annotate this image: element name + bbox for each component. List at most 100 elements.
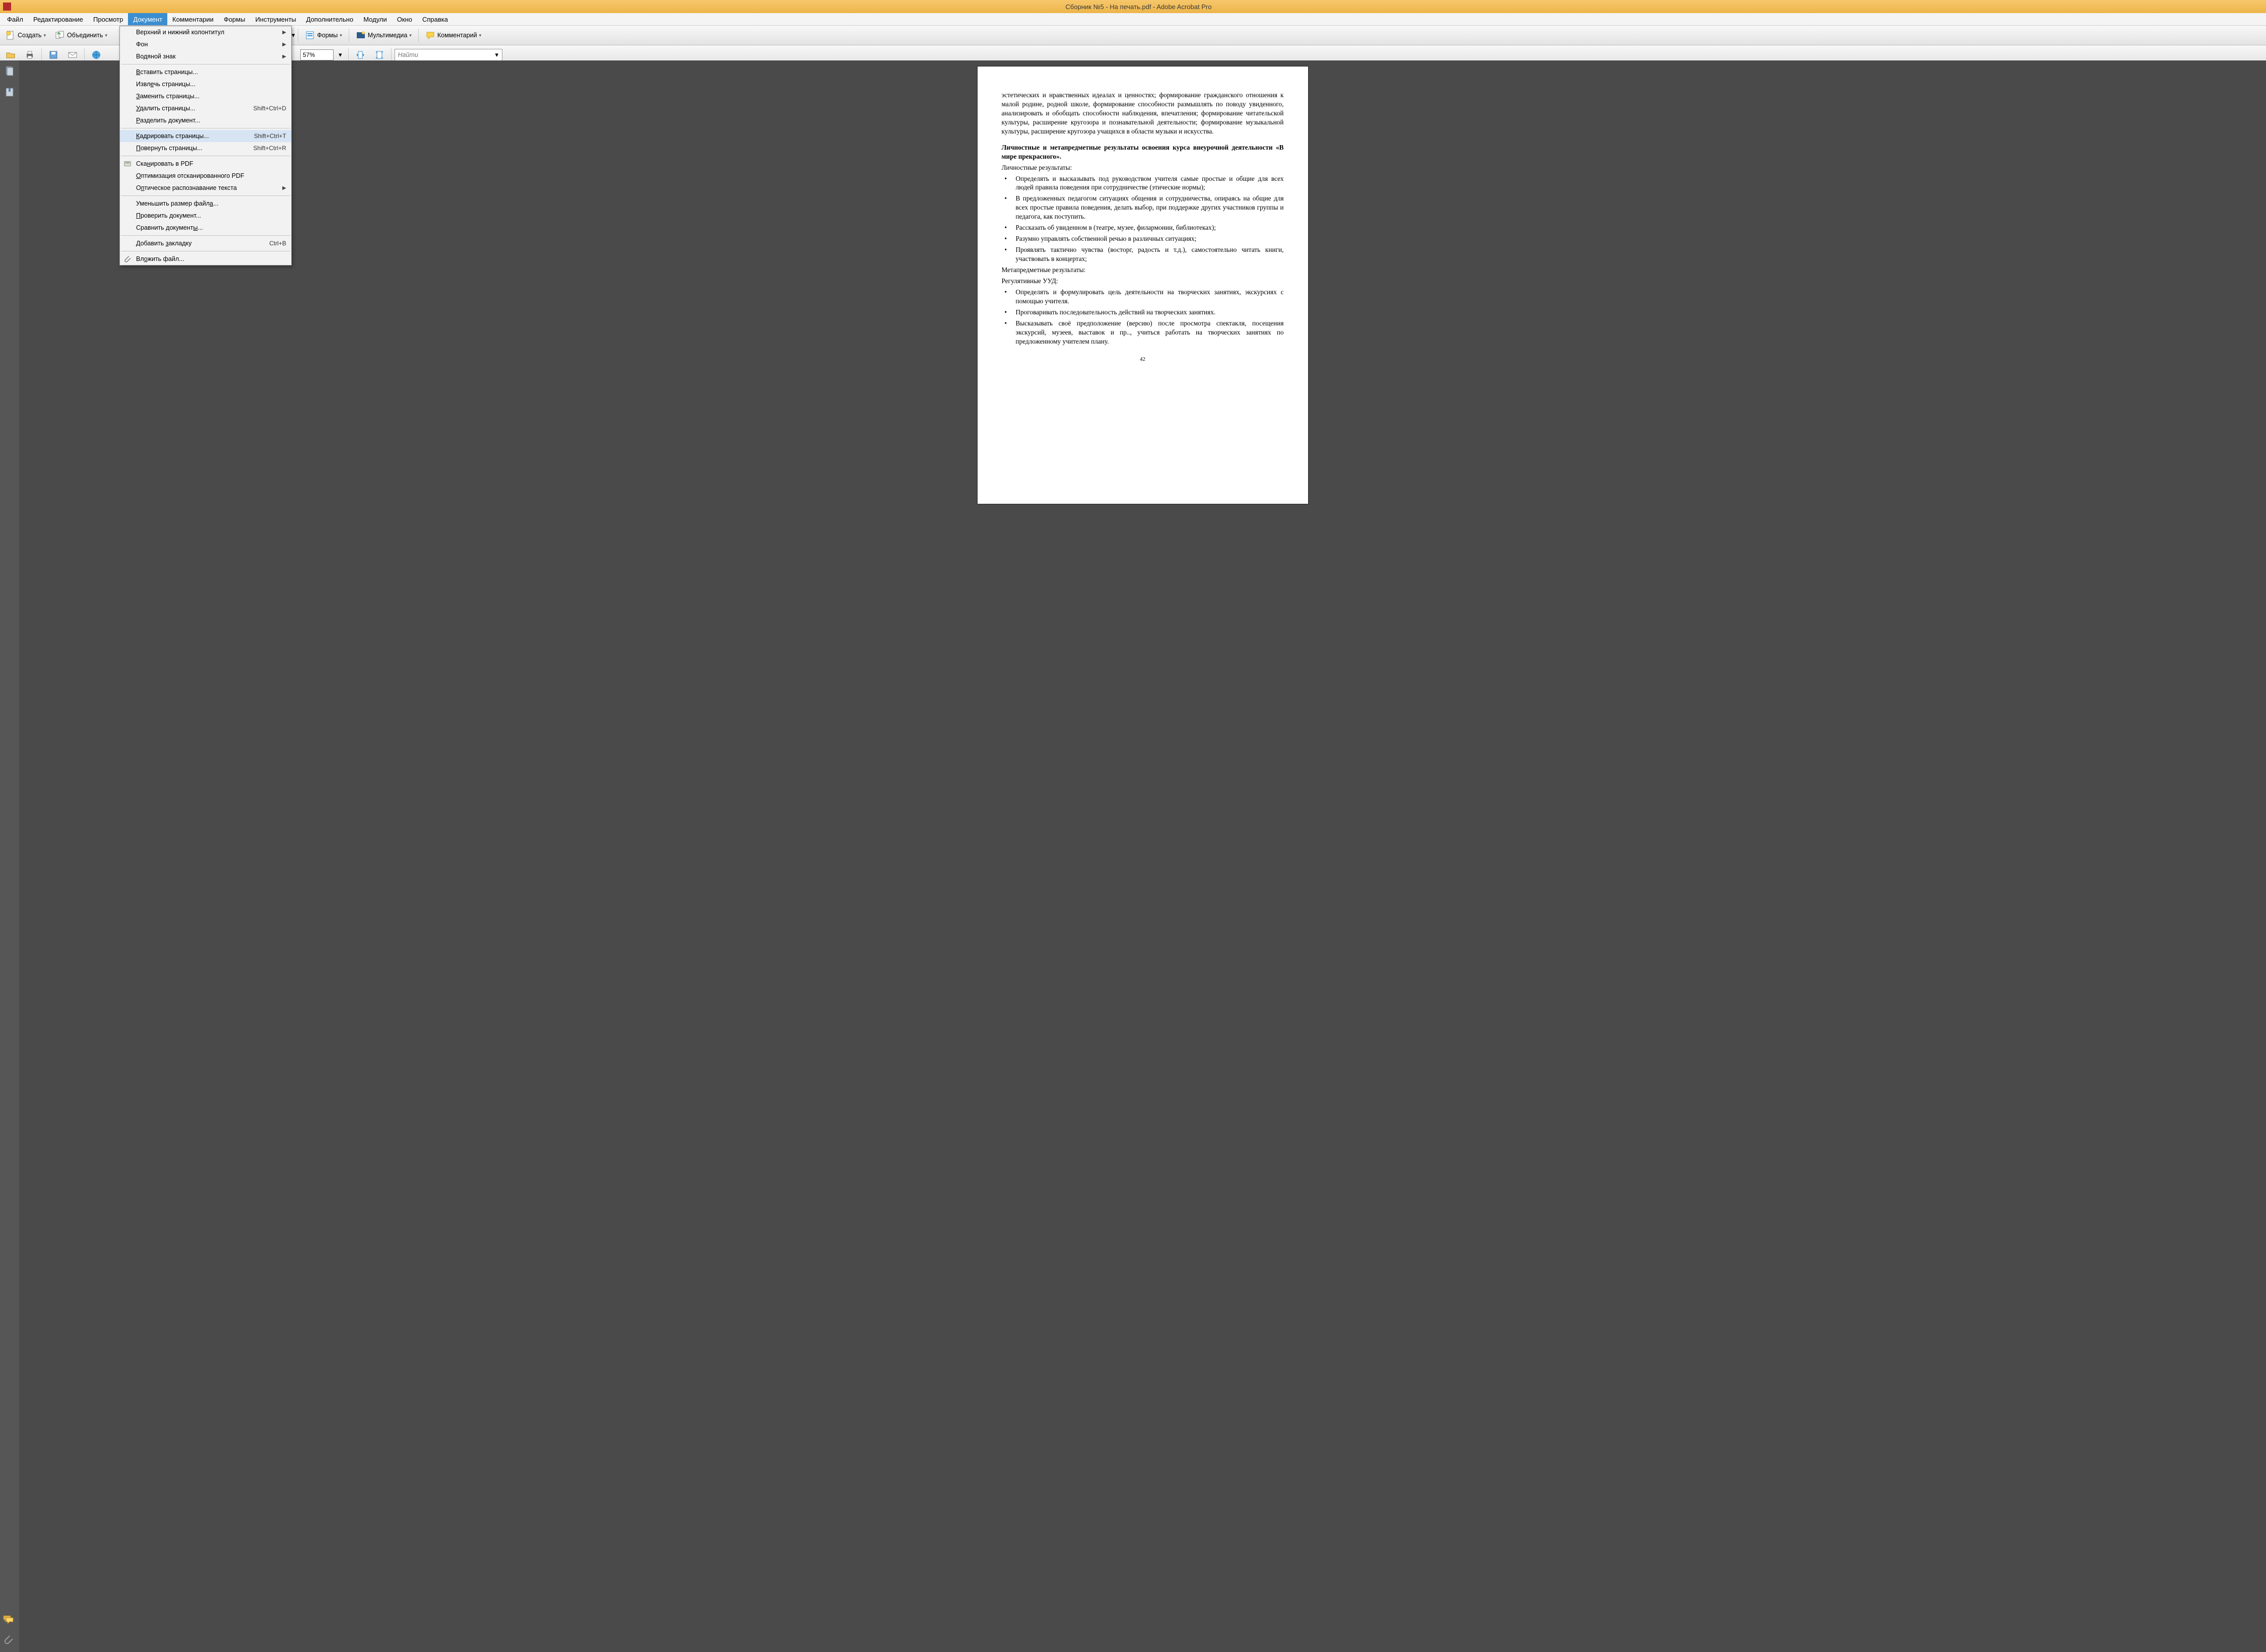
shortcut: Shift+Ctrl+R <box>253 145 286 152</box>
caret-icon: ▾ <box>339 51 342 59</box>
zoom-input[interactable] <box>300 49 334 60</box>
separator <box>391 48 392 61</box>
list-item: Разумно управлять собственной речью в ра… <box>1002 234 1284 243</box>
list-item: Проговаривать последовательность действи… <box>1002 308 1284 317</box>
print-button[interactable] <box>21 48 38 62</box>
caret-icon: ▾ <box>44 33 46 38</box>
menu-item-просмотр[interactable]: Просмотр <box>88 13 128 25</box>
caret-icon: ▾ <box>340 33 342 38</box>
separator <box>41 48 42 61</box>
window-title: Сборник №5 - На печать.pdf - Adobe Acrob… <box>14 3 2263 11</box>
list-item: Рассказать об увиденном в (театре, музее… <box>1002 223 1284 232</box>
combine-button[interactable]: Объединить ▾ <box>51 28 111 42</box>
menu-item-label: Оптимизация отсканированного PDF <box>136 172 244 179</box>
caret-icon: ▾ <box>479 33 482 38</box>
left-bottom-tools <box>3 1614 14 1645</box>
work-area: эстетических и нравственных идеалах и це… <box>0 60 2266 1652</box>
paragraph: Личностные результаты: <box>1002 163 1284 172</box>
menu-item[interactable]: Заменить страницы... <box>120 90 291 102</box>
bullet-list: Определять и высказывать под руководство… <box>1002 174 1284 263</box>
menu-item-label: Верхний и нижний колонтитул <box>136 29 224 36</box>
page-viewport[interactable]: эстетических и нравственных идеалах и це… <box>19 60 2266 1652</box>
menu-item-label: Проверить документ... <box>136 212 201 219</box>
scan-icon <box>123 159 132 168</box>
menu-item[interactable]: Фон <box>120 38 291 50</box>
forms-icon <box>305 30 315 40</box>
menu-item[interactable]: Водяной знак <box>120 50 291 62</box>
menu-item-label: Сравнить документы... <box>136 224 203 231</box>
pdf-page: эстетических и нравственных идеалах и це… <box>978 67 1308 504</box>
attachments-tool-icon[interactable] <box>3 1634 14 1645</box>
separator <box>418 29 419 42</box>
menu-item-файл[interactable]: Файл <box>2 13 28 25</box>
caret-icon: ▾ <box>292 31 295 39</box>
menu-item-формы[interactable]: Формы <box>219 13 250 25</box>
menu-item-label: Повернуть страницы... <box>136 145 203 152</box>
list-item: Высказывать своё предположение (версию) … <box>1002 319 1284 346</box>
multimedia-button[interactable]: Мультимедиа ▾ <box>352 28 415 42</box>
folder-open-icon <box>6 50 16 60</box>
menu-separator <box>121 235 290 236</box>
fit-width-button[interactable] <box>352 48 369 62</box>
menu-item-label: Добавить закладку <box>136 240 191 247</box>
comment-label: Комментарий <box>437 32 477 39</box>
email-button[interactable] <box>64 48 81 62</box>
comments-tool-icon[interactable] <box>3 1614 14 1625</box>
page-number: 42 <box>1002 356 1284 363</box>
menu-item[interactable]: Кадрировать страницы... Shift+Ctrl+T <box>120 130 291 142</box>
menu-item[interactable]: Вставить страницы... <box>120 66 291 78</box>
create-label: Создать <box>18 32 42 39</box>
menu-item[interactable]: Повернуть страницы... Shift+Ctrl+R <box>120 142 291 154</box>
menu-item-модули[interactable]: Модули <box>358 13 392 25</box>
multimedia-label: Мультимедиа <box>368 32 408 39</box>
paragraph: эстетических и нравственных идеалах и це… <box>1002 91 1284 136</box>
menu-item-редактирование[interactable]: Редактирование <box>28 13 88 25</box>
web-button[interactable] <box>88 48 105 62</box>
menu-item[interactable]: Сканировать в PDF <box>120 158 291 170</box>
menu-separator <box>121 195 290 196</box>
menu-item-окно[interactable]: Окно <box>392 13 417 25</box>
find-input[interactable] <box>395 49 502 61</box>
menu-item-справка[interactable]: Справка <box>417 13 453 25</box>
menu-item[interactable]: Разделить документ... <box>120 114 291 126</box>
list-item: Определять и формулировать цель деятельн… <box>1002 288 1284 306</box>
menu-item-комментарии[interactable]: Комментарии <box>167 13 219 25</box>
menu-item-документ[interactable]: Документ <box>128 13 167 25</box>
menu-item[interactable]: Добавить закладкуCtrl+B <box>120 237 291 249</box>
comment-button[interactable]: Комментарий ▾ <box>422 28 485 42</box>
fit-width-icon <box>355 50 365 60</box>
menu-item-label: Кадрировать страницы... <box>136 133 209 140</box>
list-item: Проявлять тактично чувства (восторг, рад… <box>1002 245 1284 263</box>
menu-item[interactable]: Оптимизация отсканированного PDF <box>120 170 291 182</box>
menu-item-инструменты[interactable]: Инструменты <box>250 13 301 25</box>
menu-item[interactable]: Удалить страницы...Shift+Ctrl+D <box>120 102 291 114</box>
menu-item[interactable]: Вложить файл... <box>120 253 291 265</box>
menu-item[interactable]: Проверить документ... <box>120 210 291 222</box>
menu-item[interactable]: Извлечь страницы... <box>120 78 291 90</box>
floppy-icon <box>48 50 58 60</box>
menu-item[interactable]: Сравнить документы... <box>120 222 291 234</box>
separator <box>84 48 85 61</box>
toolbar-primary: Создать ▾ Объединить ▾ Верхний и нижний … <box>0 26 2266 45</box>
envelope-icon <box>68 50 78 60</box>
menu-item-дополнительно[interactable]: Дополнительно <box>301 13 359 25</box>
combine-icon <box>55 30 65 40</box>
forms-button[interactable]: Формы ▾ <box>301 28 346 42</box>
clip-icon <box>123 254 132 263</box>
shortcut: Shift+Ctrl+T <box>254 133 286 140</box>
open-button[interactable] <box>2 48 19 62</box>
menu-item[interactable]: Уменьшить размер файла... <box>120 197 291 210</box>
menu-item-label: Сканировать в PDF <box>136 160 193 167</box>
menu-bar: ФайлРедактированиеПросмотрДокументКоммен… <box>0 13 2266 26</box>
menu-item[interactable]: Оптическое распознавание текста <box>120 182 291 194</box>
bookmarks-panel-icon[interactable] <box>4 87 15 98</box>
fit-page-button[interactable] <box>371 48 388 62</box>
menu-item-label: Фон <box>136 41 148 48</box>
create-button[interactable]: Создать ▾ <box>2 28 49 42</box>
section-heading: Личностные и метапредметные результаты о… <box>1002 143 1284 161</box>
globe-icon <box>91 50 101 60</box>
pages-panel-icon[interactable] <box>4 65 15 77</box>
save-button[interactable] <box>45 48 62 62</box>
create-icon <box>6 30 16 40</box>
menu-item[interactable]: Верхний и нижний колонтитул <box>120 26 291 38</box>
